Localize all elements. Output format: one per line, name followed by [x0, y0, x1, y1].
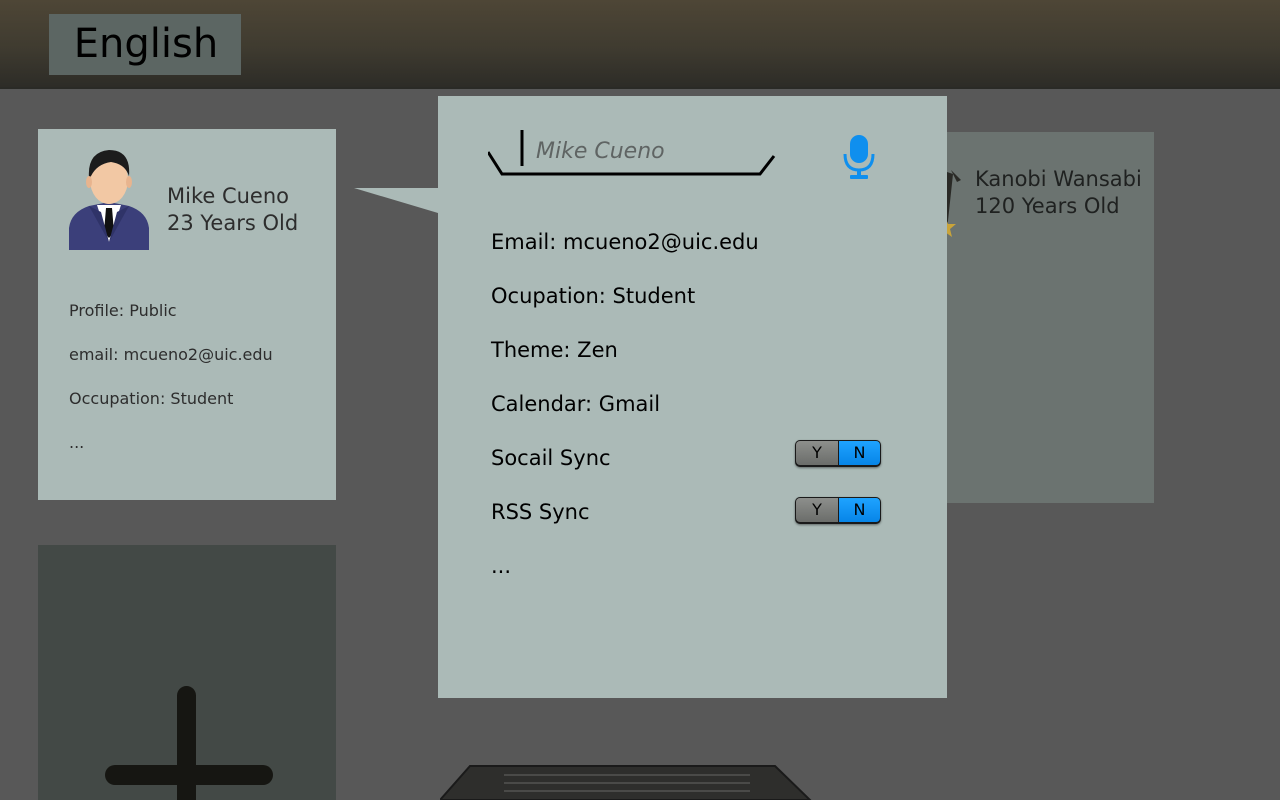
field-email[interactable]: Email: mcueno2@uic.edu — [491, 230, 759, 254]
other-profile-card[interactable]: Kanobi Wansabi 120 Years Old — [937, 132, 1154, 503]
user-name: Mike Cueno — [167, 184, 290, 208]
field-theme[interactable]: Theme: Zen — [491, 338, 618, 362]
social-sync-label: Socail Sync — [491, 446, 611, 470]
detail-occupation: Occupation: Student — [69, 389, 234, 408]
microphone-icon[interactable] — [842, 134, 876, 180]
rss-sync-label: RSS Sync — [491, 500, 590, 524]
user-avatar-icon — [69, 150, 149, 250]
panel-pointer — [354, 188, 438, 213]
detail-email: email: mcueno2@uic.edu — [69, 345, 273, 364]
user-age: 23 Years Old — [167, 211, 299, 235]
detail-profile: Profile: Public — [69, 301, 177, 320]
name-input-wrap[interactable] — [488, 130, 778, 180]
rss-sync-yes[interactable]: Y — [796, 498, 838, 522]
user-name-block: Mike Cueno 23 Years Old — [167, 183, 298, 237]
language-button[interactable]: English — [49, 14, 241, 75]
user-details: Profile: Public email: mcueno2@uic.edu O… — [69, 301, 273, 477]
social-sync-yes[interactable]: Y — [796, 441, 838, 465]
other-user-age: 120 Years Old — [975, 194, 1120, 218]
drawer-handle[interactable] — [440, 762, 815, 800]
detail-more: ... — [69, 433, 85, 452]
more-fields: ... — [491, 554, 512, 578]
user-profile-card[interactable]: Mike Cueno 23 Years Old Profile: Public … — [38, 129, 336, 500]
profile-edit-panel: Email: mcueno2@uic.edu Ocupation: Studen… — [438, 96, 947, 698]
field-calendar[interactable]: Calendar: Gmail — [491, 392, 660, 416]
name-input[interactable] — [536, 136, 756, 166]
social-sync-toggle[interactable]: Y N — [795, 440, 881, 467]
top-bar: English — [0, 0, 1280, 89]
rss-sync-no[interactable]: N — [839, 498, 880, 522]
other-user-name: Kanobi Wansabi — [975, 167, 1142, 191]
add-profile-card[interactable] — [38, 545, 336, 800]
rss-sync-toggle[interactable]: Y N — [795, 497, 881, 524]
other-name-block: Kanobi Wansabi 120 Years Old — [975, 166, 1142, 220]
social-sync-no[interactable]: N — [839, 441, 880, 465]
field-occupation[interactable]: Ocupation: Student — [491, 284, 695, 308]
